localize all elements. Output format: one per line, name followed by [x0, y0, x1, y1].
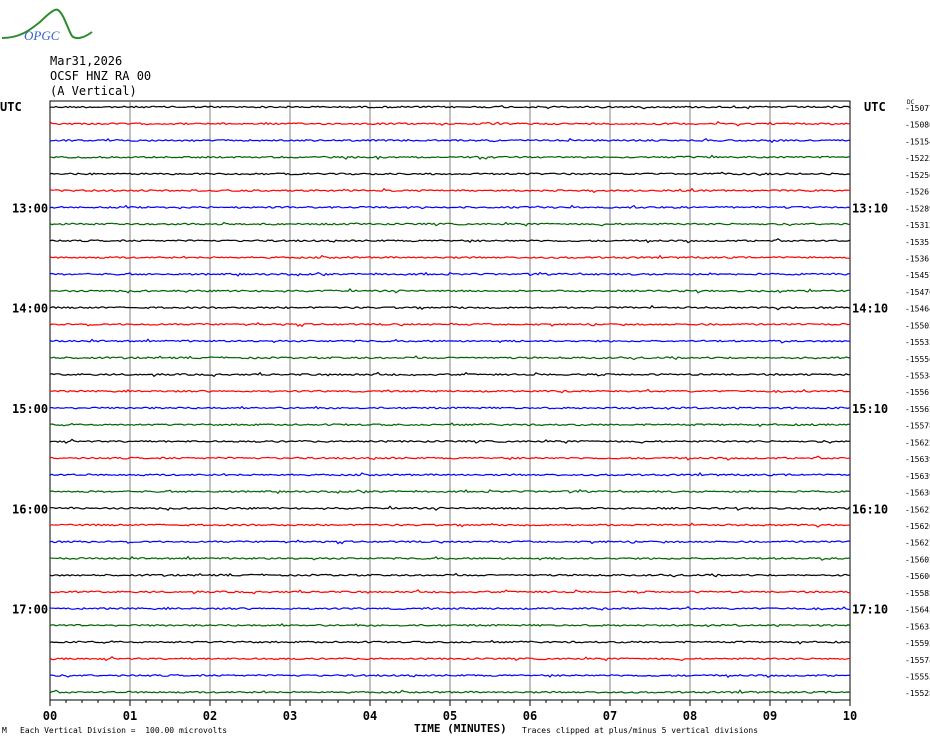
x-tick-label: 01	[123, 709, 137, 723]
logo: OPGC	[1, 8, 93, 43]
right-hour-label: 14:10	[852, 302, 888, 316]
station-label: OCSF HNZ RA 00	[50, 69, 152, 83]
left-hour-label: 15:00	[12, 402, 48, 416]
dc-offset-label: -15630	[905, 489, 930, 498]
corner-mark: M	[2, 726, 7, 735]
left-utc-label: UTC	[0, 100, 22, 114]
dc-offset-label: -15562	[905, 405, 930, 414]
dc-offset-label: -15464	[905, 305, 930, 314]
x-tick-label: 03	[283, 709, 297, 723]
dc-offset-label: -15574	[905, 656, 930, 665]
dc-label: DC	[907, 99, 915, 106]
date-label: Mar31,2026	[50, 54, 123, 68]
dc-offset-label: -15289	[905, 204, 930, 213]
x-axis-title: TIME (MINUTES)	[414, 722, 507, 735]
right-hour-label: 13:10	[852, 201, 888, 215]
dc-offset-label: -15578	[905, 422, 930, 431]
dc-offset-label: -15223	[905, 154, 930, 163]
x-tick-label: 02	[203, 709, 217, 723]
x-tick-label: 10	[843, 709, 857, 723]
dc-offset-label: -15351	[905, 238, 930, 247]
dc-offset-label: -15626	[905, 522, 930, 531]
dc-offset-label: -15639	[905, 455, 930, 464]
x-tick-label: 07	[603, 709, 617, 723]
helicorder-chart: OPGC 0001020304050607080910-15077-15086-…	[0, 8, 930, 723]
right-hour-label: 16:10	[852, 502, 888, 516]
dc-offset-label: -15457	[905, 271, 930, 280]
dc-offset-label: -15505	[905, 321, 930, 330]
x-tick-label: 05	[443, 709, 457, 723]
x-tick-label: 09	[763, 709, 777, 723]
right-utc-label: UTC	[864, 100, 886, 114]
component-label: (A Vertical)	[50, 84, 137, 98]
right-hour-label: 15:10	[852, 402, 888, 416]
dc-offset-label: -15361	[905, 254, 930, 263]
dc-offset-label: -15639	[905, 472, 930, 481]
dc-offset-label: -15622	[905, 438, 930, 447]
dc-offset-label: -15261	[905, 188, 930, 197]
dc-offset-label: -15535	[905, 338, 930, 347]
x-tick-label: 06	[523, 709, 537, 723]
dc-offset-label: -15528	[905, 689, 930, 698]
logo-text: OPGC	[24, 28, 60, 43]
x-tick-label: 04	[363, 709, 377, 723]
dc-offset-label: -15154	[905, 137, 930, 146]
dc-offset-label: -15595	[905, 639, 930, 648]
dc-offset-label: -15627	[905, 539, 930, 548]
dc-offset-label: -15627	[905, 505, 930, 514]
dc-offset-label: -15645	[905, 606, 930, 615]
dc-offset-label: -15600	[905, 572, 930, 581]
dc-offset-label: -15556	[905, 355, 930, 364]
scale-note: Each Vertical Division = 100.00 microvol…	[20, 726, 228, 735]
dc-offset-label: -15534	[905, 372, 930, 381]
left-hour-label: 14:00	[12, 302, 48, 316]
left-hour-label: 16:00	[12, 502, 48, 516]
dc-offset-label: -15553	[905, 672, 930, 681]
left-hour-label: 17:00	[12, 603, 48, 617]
x-tick-label: 08	[683, 709, 697, 723]
dc-offset-label: -15602	[905, 555, 930, 564]
dc-offset-label: -15561	[905, 388, 930, 397]
dc-offset-label: -15086	[905, 121, 930, 130]
clip-note: Traces clipped at plus/minus 5 vertical …	[522, 726, 759, 735]
dc-offset-label: -15585	[905, 589, 930, 598]
right-hour-label: 17:10	[852, 603, 888, 617]
x-tick-label: 00	[43, 709, 57, 723]
dc-offset-label: -15470	[905, 288, 930, 297]
dc-offset-label: -15250	[905, 171, 930, 180]
dc-offset-label: -15633	[905, 622, 930, 631]
left-hour-label: 13:00	[12, 201, 48, 215]
dc-offset-label: -15312	[905, 221, 930, 230]
